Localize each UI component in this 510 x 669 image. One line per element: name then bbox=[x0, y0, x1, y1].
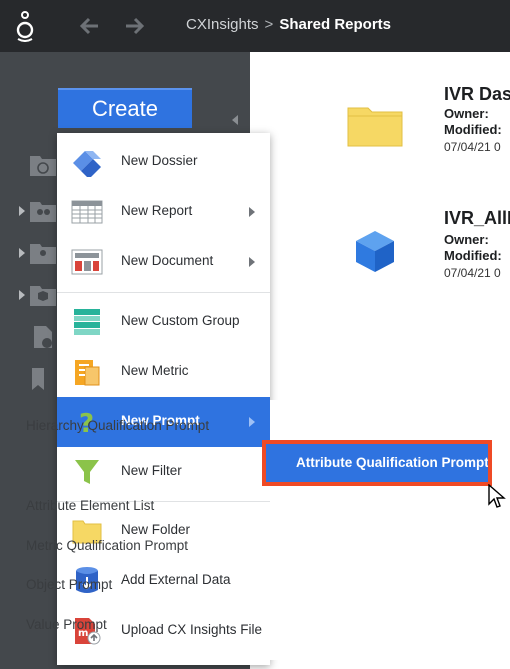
top-bar: CXInsights > Shared Reports bbox=[0, 0, 510, 52]
breadcrumb: CXInsights > Shared Reports bbox=[186, 16, 391, 33]
menu-divider bbox=[57, 292, 270, 293]
modified-label: Modified: bbox=[444, 248, 502, 263]
submenu-item-metric-qualification-prompt[interactable]: Metric Qualification Prompt bbox=[26, 538, 188, 553]
genesys-logo-icon[interactable] bbox=[12, 10, 38, 42]
back-arrow-icon[interactable] bbox=[78, 14, 102, 38]
menu-item-label: New Custom Group bbox=[121, 313, 240, 328]
submenu-item-value-prompt[interactable]: Value Prompt bbox=[26, 617, 107, 632]
menu-item-label: New Dossier bbox=[121, 153, 198, 168]
menu-item-label: New Metric bbox=[121, 363, 189, 378]
menu-item-new-dossier[interactable]: New Dossier bbox=[57, 137, 270, 187]
document-icon bbox=[71, 249, 103, 275]
dossier-icon bbox=[73, 151, 101, 177]
highlight-outline bbox=[262, 440, 492, 486]
item-title[interactable]: IVR Das bbox=[444, 84, 510, 105]
metric-icon bbox=[75, 360, 100, 386]
menu-item-label: New Filter bbox=[121, 463, 182, 478]
menu-item-label: Upload CX Insights File bbox=[121, 622, 263, 637]
breadcrumb-root[interactable]: CXInsights bbox=[186, 16, 259, 33]
create-button[interactable]: Create bbox=[58, 88, 192, 128]
menu-item-new-metric[interactable]: New Metric bbox=[57, 347, 270, 397]
menu-item-new-document[interactable]: New Document bbox=[57, 237, 270, 287]
modified-label: Modified: bbox=[444, 122, 502, 137]
submenu-item-hierarchy-qualification-prompt[interactable]: Hierarchy Qualification Prompt bbox=[26, 418, 209, 433]
menu-item-new-filter[interactable]: New Filter bbox=[57, 447, 270, 497]
filter-funnel-icon bbox=[75, 460, 99, 484]
item-title[interactable]: IVR_AllE bbox=[444, 208, 510, 229]
subscriptions-folder-icon[interactable] bbox=[28, 282, 58, 308]
owner-label: Owner: bbox=[444, 106, 489, 121]
menu-item-new-report[interactable]: New Report bbox=[57, 187, 270, 237]
submenu-arrow-icon bbox=[249, 417, 255, 427]
submenu-arrow-icon bbox=[249, 207, 255, 217]
forward-arrow-icon[interactable] bbox=[122, 14, 146, 38]
menu-item-label: New Folder bbox=[121, 522, 191, 537]
bookmark-icon[interactable] bbox=[28, 366, 58, 392]
recents-folder-icon[interactable] bbox=[28, 152, 58, 178]
menu-item-label: Add External Data bbox=[121, 572, 231, 587]
collapse-sidebar-icon[interactable] bbox=[230, 114, 240, 126]
report-grid-icon bbox=[71, 200, 103, 224]
mouse-cursor-icon bbox=[488, 484, 506, 508]
custom-group-icon bbox=[74, 309, 100, 335]
menu-item-label: New Document bbox=[121, 253, 214, 268]
my-reports-folder-icon[interactable] bbox=[28, 240, 58, 266]
owner-label: Owner: bbox=[444, 232, 489, 247]
breadcrumb-separator: > bbox=[264, 16, 274, 33]
submenu-item-attribute-element-list[interactable]: Attribute Element List bbox=[26, 498, 154, 513]
history-list-icon[interactable] bbox=[28, 324, 58, 350]
prompt-submenu bbox=[270, 400, 510, 660]
menu-item-label: New Report bbox=[121, 203, 193, 218]
item-date: 07/04/21 0 bbox=[444, 140, 501, 154]
breadcrumb-current: Shared Reports bbox=[279, 16, 392, 33]
expand-caret-icon[interactable] bbox=[18, 206, 26, 216]
shared-folder-icon[interactable] bbox=[28, 198, 58, 224]
submenu-arrow-icon bbox=[249, 257, 255, 267]
menu-item-new-custom-group[interactable]: New Custom Group bbox=[57, 297, 270, 347]
folder-icon[interactable] bbox=[346, 100, 404, 148]
item-date: 07/04/21 0 bbox=[444, 266, 501, 280]
cube-icon[interactable] bbox=[352, 228, 398, 274]
submenu-item-object-prompt[interactable]: Object Prompt bbox=[26, 577, 112, 592]
expand-caret-icon[interactable] bbox=[18, 290, 26, 300]
expand-caret-icon[interactable] bbox=[18, 248, 26, 258]
